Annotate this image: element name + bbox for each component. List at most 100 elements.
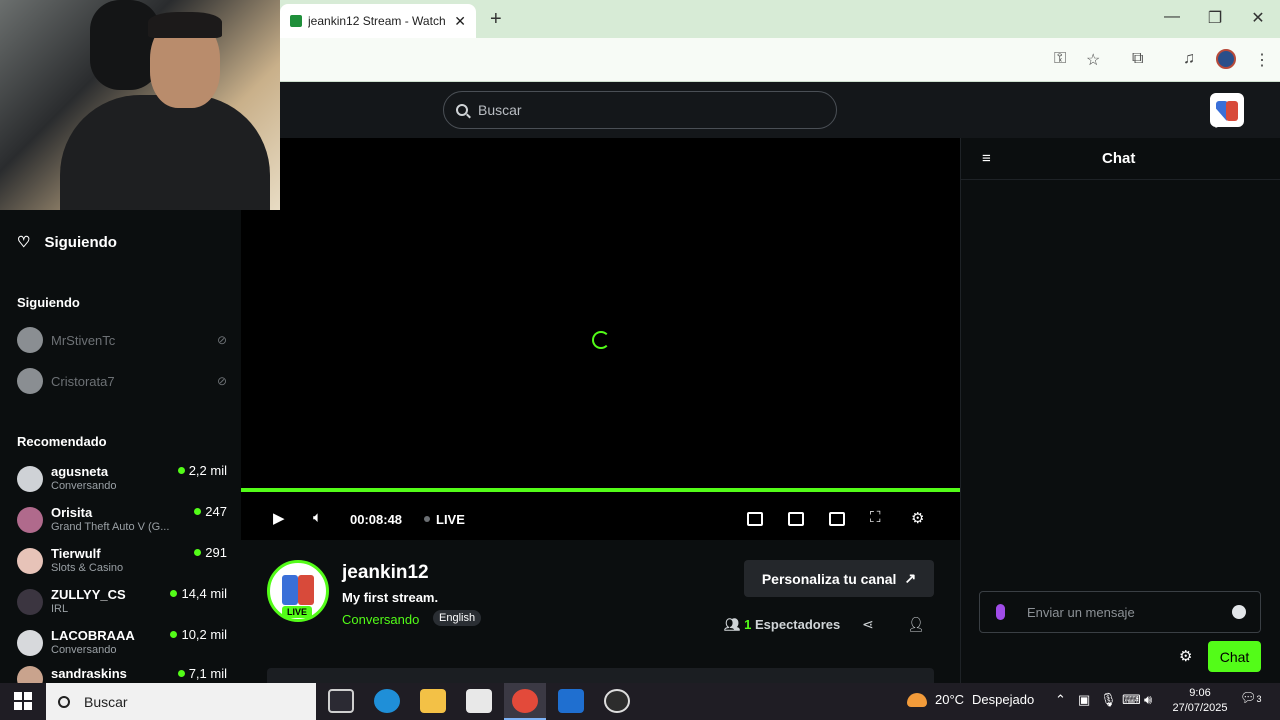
- store-icon[interactable]: [466, 689, 492, 713]
- channel-name: LACOBRAAA: [51, 628, 135, 643]
- following-channel[interactable]: Cristorata7 ⊘: [17, 367, 227, 395]
- search-input[interactable]: Buscar: [443, 91, 837, 129]
- sidebar-item-following[interactable]: ♡ Siguiendo: [17, 233, 117, 252]
- follow-user-icon[interactable]: 👤︎: [907, 616, 925, 633]
- search-icon: [456, 104, 468, 116]
- network-icon[interactable]: ⌨: [1122, 692, 1141, 708]
- settings-gear-icon[interactable]: ⚙: [911, 509, 924, 527]
- customize-label: Personaliza tu canal: [761, 570, 897, 587]
- avatar: [17, 368, 43, 394]
- microphone-icon[interactable]: [996, 604, 1005, 620]
- collapse-chat-icon[interactable]: ≡: [982, 150, 991, 167]
- tray-chevron-icon[interactable]: ⌃: [1055, 692, 1066, 708]
- customize-channel-button[interactable]: Personaliza tu canal ↗: [744, 560, 934, 597]
- close-window-button[interactable]: ✕: [1243, 8, 1273, 28]
- chat-title: Chat: [1102, 150, 1136, 167]
- channel-name: MrStivenTc: [51, 332, 116, 348]
- tray-app-icon[interactable]: ▣: [1078, 692, 1090, 708]
- live-indicator[interactable]: LIVE: [424, 512, 465, 527]
- clock-date: 27/07/2025: [1172, 702, 1228, 714]
- avatar: [17, 327, 43, 353]
- channel-name[interactable]: jeankin12: [342, 562, 429, 584]
- notification-count: 3: [1256, 694, 1262, 704]
- chat-message-input[interactable]: Enviar un mensaje: [979, 591, 1261, 633]
- tab-close-icon[interactable]: ✕: [454, 13, 466, 30]
- video-player[interactable]: [241, 138, 960, 488]
- file-explorer-icon[interactable]: [420, 689, 446, 713]
- live-badge: LIVE: [282, 606, 313, 618]
- loading-spinner-icon: [592, 331, 610, 349]
- microphone-tray-icon[interactable]: 🎙︎: [1100, 692, 1117, 708]
- viewer-number: 1: [744, 617, 752, 632]
- recommended-channel[interactable]: ZULLYY_CS IRL 14,4 mil: [17, 584, 227, 620]
- clock-time: 9:06: [1189, 687, 1211, 699]
- recommended-channel[interactable]: sandraskins 7,1 mil: [17, 666, 227, 683]
- channel-name: Orisita: [51, 505, 93, 520]
- extensions-icon[interactable]: ⧉: [1132, 50, 1143, 68]
- browser-tab[interactable]: jeankin12 Stream - Watch Live ✕: [280, 4, 476, 38]
- share-icon[interactable]: ⋖: [862, 616, 874, 633]
- browser-menu-icon[interactable]: ⋮: [1254, 50, 1270, 70]
- password-key-icon[interactable]: ⚿: [1054, 50, 1066, 68]
- live-dot-icon: [194, 549, 202, 556]
- avatar: [17, 466, 43, 492]
- theater-mode-icon[interactable]: [829, 512, 845, 526]
- channel-name: sandraskins: [51, 666, 127, 681]
- viewers-label: Espectadores: [755, 617, 841, 632]
- heart-icon: ♡: [17, 234, 31, 251]
- browser-profile-avatar[interactable]: [1216, 49, 1236, 69]
- search-icon: [58, 695, 70, 708]
- channel-category: Conversando: [51, 644, 117, 656]
- play-icon[interactable]: ▶: [273, 509, 285, 527]
- emoji-icon[interactable]: [1232, 605, 1246, 619]
- obs-recording-icon[interactable]: [604, 689, 630, 713]
- chat-send-button[interactable]: Chat: [1208, 641, 1261, 672]
- task-view-icon[interactable]: [328, 689, 354, 713]
- clip-icon[interactable]: [788, 512, 804, 526]
- notifications-icon[interactable]: 💬︎3: [1240, 690, 1262, 706]
- recommended-heading: Recomendado: [17, 434, 107, 449]
- new-tab-button[interactable]: +: [490, 8, 502, 31]
- chrome-browser-icon[interactable]: [512, 689, 538, 713]
- recommended-channel[interactable]: agusneta Conversando 2,2 mil: [17, 461, 227, 497]
- viewer-count: 👥︎ 1 Espectadores: [724, 617, 840, 633]
- mail-icon[interactable]: [558, 689, 584, 713]
- language-tag[interactable]: English: [433, 610, 482, 626]
- edge-browser-icon[interactable]: [374, 689, 400, 713]
- live-dot-icon: [170, 631, 178, 638]
- recommended-channel[interactable]: Tierwulf Slots & Casino 291: [17, 543, 227, 579]
- stream-title: My first stream.: [342, 590, 439, 605]
- speaker-icon[interactable]: 🔊︎: [1144, 692, 1152, 708]
- recommended-channel[interactable]: LACOBRAAA Conversando 10,2 mil: [17, 625, 227, 661]
- bookmark-star-icon[interactable]: ☆: [1086, 50, 1100, 70]
- weather-condition: Despejado: [972, 692, 1035, 707]
- channel-name: agusneta: [51, 464, 109, 479]
- chat-settings-icon[interactable]: ⚙: [1179, 647, 1192, 665]
- viewer-count: 14,4 mil: [170, 584, 227, 601]
- channel-category: Slots & Casino: [51, 562, 124, 574]
- volume-icon[interactable]: 🔈︎: [313, 509, 322, 526]
- recommended-channel[interactable]: Orisita Grand Theft Auto V (G... 247: [17, 502, 227, 538]
- webcam-overlay: [0, 0, 280, 210]
- live-dot-icon: [170, 590, 178, 597]
- taskbar-search-input[interactable]: Buscar: [46, 683, 316, 720]
- channel-name: Tierwulf: [51, 546, 101, 561]
- mini-player-icon[interactable]: [747, 512, 763, 526]
- minimize-button[interactable]: —: [1157, 8, 1187, 26]
- avatar-shape-blue: [282, 575, 298, 605]
- avatar: [17, 589, 43, 615]
- restore-button[interactable]: ❐: [1200, 8, 1230, 28]
- avatar: [17, 666, 43, 683]
- taskbar-clock[interactable]: 9:06 27/07/2025: [1168, 686, 1232, 716]
- tab-title: jeankin12 Stream - Watch Live: [308, 14, 448, 28]
- media-control-icon[interactable]: ♫: [1183, 50, 1195, 68]
- stream-category[interactable]: Conversando: [342, 612, 419, 627]
- channel-category: Conversando: [51, 480, 117, 492]
- chart-icon: ↗: [904, 570, 917, 586]
- chat-placeholder: Enviar un mensaje: [1027, 604, 1135, 620]
- viewer-count: 247: [194, 502, 227, 519]
- weather-widget[interactable]: 20°C Despejado: [907, 692, 1034, 707]
- windows-start-icon[interactable]: [14, 692, 32, 710]
- fullscreen-icon[interactable]: ⛶: [870, 509, 881, 526]
- following-channel[interactable]: MrStivenTc ⊘: [17, 326, 227, 354]
